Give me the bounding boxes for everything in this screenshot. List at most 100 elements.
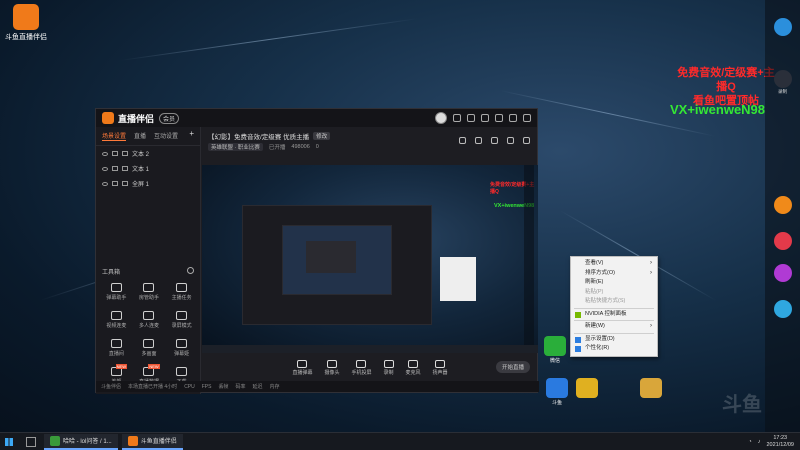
tool-item[interactable]: 直播间 bbox=[100, 339, 133, 357]
tool-icon bbox=[110, 339, 122, 348]
dock-item[interactable] bbox=[770, 264, 795, 283]
desktop-shortcut-douyu-companion[interactable]: 斗鱼直播伴侣 bbox=[4, 4, 48, 42]
desktop-shortcut[interactable]: 微信 bbox=[540, 336, 570, 364]
control-label: 直播弹幕 bbox=[292, 370, 313, 376]
control-button[interactable]: 扬声器 bbox=[433, 360, 448, 376]
control-icon bbox=[383, 360, 394, 368]
menu-item[interactable]: 查看(V) › bbox=[571, 259, 657, 269]
menu-item[interactable]: 显示设置(D) bbox=[571, 335, 657, 345]
desktop-shortcut[interactable] bbox=[572, 378, 602, 399]
tool-item[interactable]: 多画面 bbox=[133, 339, 166, 357]
stream-preview[interactable]: 免费音效/定级赛+主播Q VX+iwenweN98 bbox=[202, 165, 538, 353]
control-button[interactable]: 录制 bbox=[383, 360, 394, 376]
control-button[interactable]: 手机投屏 bbox=[351, 360, 372, 376]
control-button[interactable]: 摄像头 bbox=[324, 360, 339, 376]
scene-item[interactable]: 全屏 1 bbox=[96, 176, 200, 191]
close-icon[interactable] bbox=[523, 114, 531, 122]
scene-item[interactable]: 文本 2 bbox=[96, 146, 200, 161]
eye-icon[interactable] bbox=[102, 151, 108, 156]
add-scene-button[interactable]: + bbox=[189, 130, 194, 141]
app-titlebar[interactable]: 直播伴侣 会员 bbox=[96, 109, 537, 127]
menu-icon[interactable] bbox=[495, 114, 503, 122]
control-icon bbox=[326, 360, 337, 368]
status-item: 本场直播已开播 4小时 bbox=[128, 384, 178, 390]
lock-icon[interactable] bbox=[112, 166, 118, 171]
taskbar-app-label: 哈哈 - lol问答 / 1... bbox=[63, 439, 112, 445]
shortcut-icon bbox=[544, 336, 566, 356]
edit-title-button[interactable]: 修改 bbox=[313, 132, 331, 140]
tab-live[interactable]: 直播 bbox=[134, 131, 146, 141]
dock-item[interactable] bbox=[770, 18, 795, 37]
toolbox-settings-icon[interactable] bbox=[187, 267, 194, 274]
desktop-shortcut[interactable] bbox=[636, 378, 666, 399]
windows-icon bbox=[5, 437, 13, 446]
scene-item[interactable]: 文本 1 bbox=[96, 161, 200, 176]
toolbox-header: 工具箱 bbox=[102, 267, 194, 276]
tool-label: 录屏模式 bbox=[171, 323, 192, 329]
room-title: 【幻影】免费音效/定级赛 优质主播 bbox=[208, 134, 310, 141]
dock-item[interactable] bbox=[770, 232, 795, 251]
tool-icon bbox=[176, 367, 188, 376]
tool-icon bbox=[110, 283, 122, 292]
lock-icon[interactable] bbox=[112, 151, 118, 156]
menu-item[interactable]: 排序方式(O) › bbox=[571, 269, 657, 279]
clock[interactable]: 17:23 2021/12/09 bbox=[766, 435, 794, 449]
menu-separator bbox=[574, 332, 654, 334]
version-badge[interactable]: 会员 bbox=[159, 112, 180, 124]
control-button[interactable]: 直播弹幕 bbox=[292, 360, 312, 376]
tool-item[interactable]: 房管助手 bbox=[133, 283, 166, 301]
tab-interact[interactable]: 互动设置 bbox=[154, 131, 178, 141]
tool-item[interactable]: 视频连麦 bbox=[100, 311, 133, 329]
desktop-shortcut[interactable]: 斗鱼 bbox=[542, 378, 572, 406]
message-icon[interactable] bbox=[467, 114, 475, 122]
tool-item[interactable]: 录屏模式 bbox=[165, 311, 198, 329]
menu-item[interactable]: 个性化(R) bbox=[571, 344, 657, 354]
status-item: 斗鱼伴侣 bbox=[101, 384, 122, 390]
minimize-icon[interactable] bbox=[509, 114, 517, 122]
new-badge: NEW bbox=[115, 364, 127, 369]
skin-icon[interactable] bbox=[453, 114, 461, 122]
control-label: 摄像头 bbox=[324, 370, 340, 376]
dock-item[interactable]: 录制 bbox=[770, 70, 795, 95]
douyu-companion-icon bbox=[13, 4, 39, 30]
dock-item[interactable] bbox=[770, 300, 795, 319]
tool-item[interactable]: 弹幕助手 bbox=[100, 283, 133, 301]
room-category[interactable]: 英雄联盟 · 职业比赛 bbox=[208, 143, 263, 151]
start-button[interactable] bbox=[0, 433, 18, 450]
start-live-button[interactable]: 开始直播 bbox=[496, 361, 530, 373]
volume-icon[interactable]: ♪ bbox=[758, 439, 761, 445]
taskbar-app[interactable]: 斗鱼直播伴侣 bbox=[121, 433, 183, 450]
share-icon[interactable] bbox=[459, 137, 466, 144]
control-icon bbox=[356, 360, 367, 368]
menu-item[interactable]: 新建(W) › bbox=[571, 322, 657, 332]
lock-icon[interactable] bbox=[112, 181, 118, 186]
eye-icon[interactable] bbox=[102, 166, 108, 171]
bell-icon[interactable] bbox=[507, 137, 514, 144]
settings-icon[interactable] bbox=[481, 114, 489, 122]
taskbar-app[interactable]: 哈哈 - lol问答 / 1... bbox=[44, 433, 118, 450]
tool-item[interactable]: 弹幕姬 bbox=[165, 339, 198, 357]
more-icon[interactable] bbox=[523, 137, 530, 144]
control-label: 扬声器 bbox=[432, 370, 448, 376]
display-icon bbox=[575, 336, 581, 343]
tab-scene[interactable]: 场景设置 bbox=[102, 131, 127, 141]
menu-item-label: 个性化(R) bbox=[585, 345, 610, 351]
tool-icon bbox=[143, 283, 155, 292]
network-icon[interactable]: ◔ bbox=[748, 439, 751, 445]
menu-item[interactable]: NVIDIA 控制面板 bbox=[571, 310, 657, 320]
tool-item[interactable]: 多人连麦 bbox=[133, 311, 166, 329]
status-item: 内存 bbox=[269, 384, 280, 390]
dock-item[interactable] bbox=[770, 196, 795, 215]
menu-item[interactable]: 刷新(E) bbox=[571, 278, 657, 288]
eye-icon[interactable] bbox=[102, 181, 108, 186]
douyu-companion-window[interactable]: 直播伴侣 会员 场景设置 直播 互动设置 + 文本 2 文本 1 全屏 1 工具… bbox=[95, 108, 539, 394]
taskbar-app-label: 斗鱼直播伴侣 bbox=[140, 439, 177, 445]
menu-separator bbox=[574, 307, 654, 309]
record-icon[interactable] bbox=[491, 137, 498, 144]
tool-item[interactable]: 主播任务 bbox=[165, 283, 198, 301]
personalize-icon bbox=[575, 346, 581, 352]
task-view-icon[interactable] bbox=[26, 436, 36, 447]
control-button[interactable]: 麦克风 bbox=[406, 360, 421, 376]
user-avatar[interactable] bbox=[435, 112, 447, 124]
gift-icon[interactable] bbox=[475, 137, 482, 144]
